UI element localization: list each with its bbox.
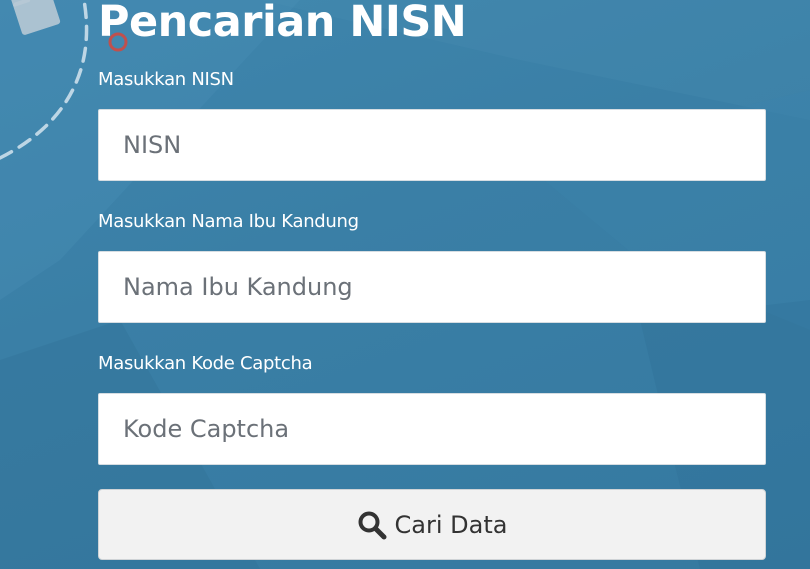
dashed-route-line [0, 0, 89, 160]
captcha-input[interactable] [98, 393, 766, 465]
nisn-input[interactable] [98, 109, 766, 181]
search-button[interactable]: Cari Data [98, 489, 766, 560]
mother-name-label: Masukkan Nama Ibu Kandung [98, 211, 359, 232]
search-icon [357, 510, 387, 540]
captcha-label: Masukkan Kode Captcha [98, 353, 313, 374]
folder-icon [10, 0, 61, 35]
mother-name-input[interactable] [98, 251, 766, 323]
nisn-label: Masukkan NISN [98, 69, 234, 90]
search-button-label: Cari Data [394, 510, 508, 539]
page-title: Pencarian NISN [98, 0, 467, 47]
